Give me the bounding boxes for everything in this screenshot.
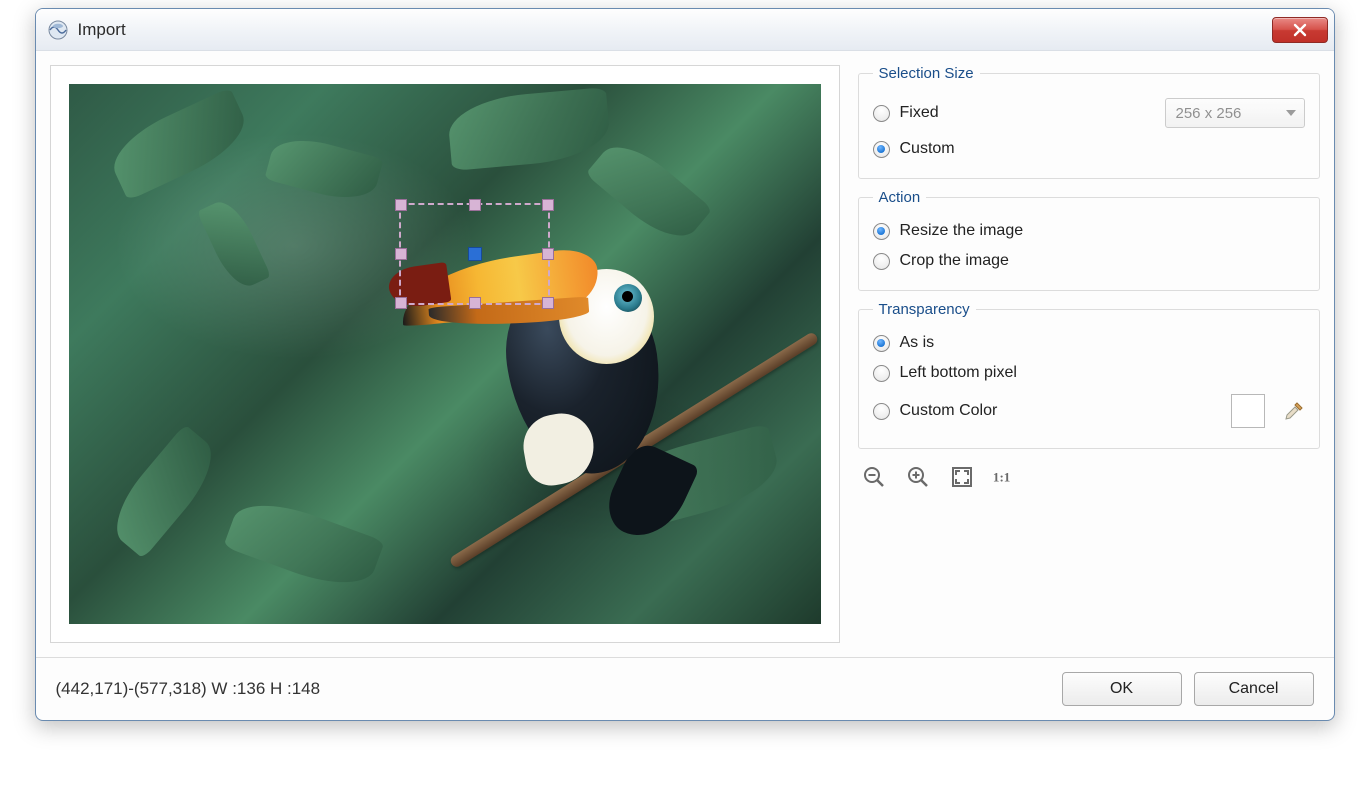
controls-panel: Selection Size Fixed 256 x 256 Custom Ac…: [858, 65, 1320, 643]
group-action: Action Resize the image Crop the image: [858, 189, 1320, 291]
actual-size-button[interactable]: 1:1: [992, 463, 1020, 491]
chevron-down-icon: [1286, 110, 1296, 116]
radio-resize[interactable]: [873, 223, 890, 240]
app-icon: [48, 20, 68, 40]
status-text: (442,171)-(577,318) W :136 H :148: [56, 679, 321, 699]
legend-action: Action: [873, 189, 927, 206]
label-leftbottom: Left bottom pixel: [900, 364, 1017, 382]
label-resize: Resize the image: [900, 222, 1024, 240]
resize-handle-ne[interactable]: [542, 199, 554, 211]
label-customcolor: Custom Color: [900, 402, 998, 420]
ok-button[interactable]: OK: [1062, 672, 1182, 706]
resize-handle-n[interactable]: [469, 199, 481, 211]
eyedropper-icon[interactable]: [1283, 400, 1305, 422]
group-transparency: Transparency As is Left bottom pixel Cus…: [858, 301, 1320, 449]
legend-selection-size: Selection Size: [873, 65, 980, 82]
group-selection-size: Selection Size Fixed 256 x 256 Custom: [858, 65, 1320, 179]
image-preview[interactable]: [69, 84, 821, 624]
cancel-button[interactable]: Cancel: [1194, 672, 1314, 706]
fixed-size-dropdown[interactable]: 256 x 256: [1165, 98, 1305, 128]
svg-text:1:1: 1:1: [992, 470, 1009, 485]
zoom-toolbar: 1:1: [858, 459, 1320, 495]
legend-transparency: Transparency: [873, 301, 976, 318]
footer: (442,171)-(577,318) W :136 H :148 OK Can…: [36, 657, 1334, 720]
zoom-out-button[interactable]: [860, 463, 888, 491]
radio-leftbottom[interactable]: [873, 365, 890, 382]
zoom-in-button[interactable]: [904, 463, 932, 491]
radio-fixed[interactable]: [873, 105, 890, 122]
color-swatch[interactable]: [1231, 394, 1265, 428]
fixed-size-value: 256 x 256: [1176, 105, 1242, 122]
radio-customcolor[interactable]: [873, 403, 890, 420]
titlebar: Import: [36, 9, 1334, 51]
radio-crop[interactable]: [873, 253, 890, 270]
close-button[interactable]: [1272, 17, 1328, 43]
image-preview-frame: [50, 65, 840, 643]
label-asis: As is: [900, 334, 935, 352]
label-crop: Crop the image: [900, 252, 1009, 270]
fit-screen-button[interactable]: [948, 463, 976, 491]
window-title: Import: [78, 20, 1272, 40]
label-fixed: Fixed: [900, 104, 939, 122]
subject-toucan: [419, 214, 699, 504]
radio-asis[interactable]: [873, 335, 890, 352]
import-dialog: Import: [35, 8, 1335, 721]
resize-handle-w[interactable]: [395, 248, 407, 260]
radio-custom[interactable]: [873, 141, 890, 158]
resize-handle-nw[interactable]: [395, 199, 407, 211]
label-custom: Custom: [900, 140, 955, 158]
